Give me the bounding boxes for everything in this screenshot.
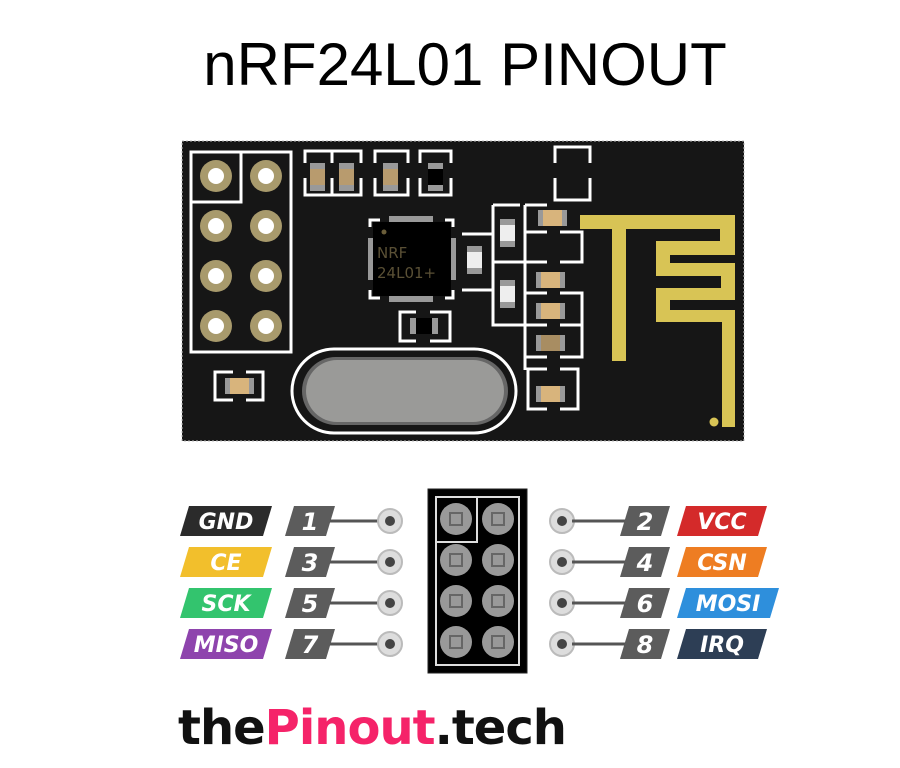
pin-label-mosi: 6 MOSI — [549, 588, 779, 618]
pin-name: IRQ — [700, 633, 744, 658]
pin-label-csn: 4 CSN — [549, 547, 767, 577]
logo-part-tech: .tech — [434, 700, 567, 756]
pin-name: MISO — [194, 633, 259, 658]
pin-label-ce: CE 3 — [180, 547, 403, 577]
pin-pad — [482, 626, 514, 658]
pin-number: 2 — [637, 508, 654, 536]
pin-label-sck: SCK 5 — [180, 588, 403, 618]
pin-pad — [482, 503, 514, 535]
pin-number: 5 — [302, 590, 319, 618]
pin-pad — [440, 626, 472, 658]
left-pin-labels: GND 1 CE 3 SCK 5 MISO 7 — [180, 506, 403, 659]
logo-part-pinout: Pinout — [264, 700, 436, 756]
pin-pad — [482, 585, 514, 617]
pin-label-gnd: GND 1 — [180, 506, 403, 536]
pin-number: 3 — [302, 549, 319, 577]
pin-name: GND — [199, 510, 254, 535]
pin-name: VCC — [697, 510, 746, 535]
pin-name: CSN — [697, 551, 747, 576]
pin-label-miso: MISO 7 — [180, 629, 403, 659]
pin-label-irq: 8 IRQ — [549, 629, 767, 659]
pcb-board: NRF 24L01+ — [181, 140, 745, 442]
pin-pad — [440, 503, 472, 535]
crystal-oscillator — [290, 347, 518, 435]
logo-part-the: the — [178, 700, 266, 756]
pin-label-vcc: 2 VCC — [549, 506, 767, 536]
pin-number: 8 — [637, 631, 654, 659]
pin-pad — [440, 544, 472, 576]
pin-number: 7 — [302, 631, 319, 659]
pin-pad — [482, 544, 514, 576]
chip-label-line2: 24L01+ — [377, 264, 436, 282]
pin-pad — [440, 585, 472, 617]
pin-number: 1 — [302, 508, 319, 536]
pin-number: 4 — [636, 549, 654, 577]
chip-label-line1: NRF — [377, 244, 407, 262]
header-diagram — [427, 488, 528, 674]
pinout-diagram: NRF 24L01+ GND 1CE 3SCK 5MISO 7 2 VCC4 C… — [180, 140, 779, 674]
site-logo: thePinout.tech — [178, 698, 567, 758]
pin-name: SCK — [201, 592, 252, 617]
pin-number: 6 — [637, 590, 654, 618]
pin-name: CE — [210, 551, 241, 576]
nrf-chip: NRF 24L01+ — [368, 216, 456, 302]
pin-name: MOSI — [696, 592, 761, 617]
right-pin-labels: 2 VCC 4 CSN 6 MOSI 8 IRQ — [549, 506, 779, 659]
